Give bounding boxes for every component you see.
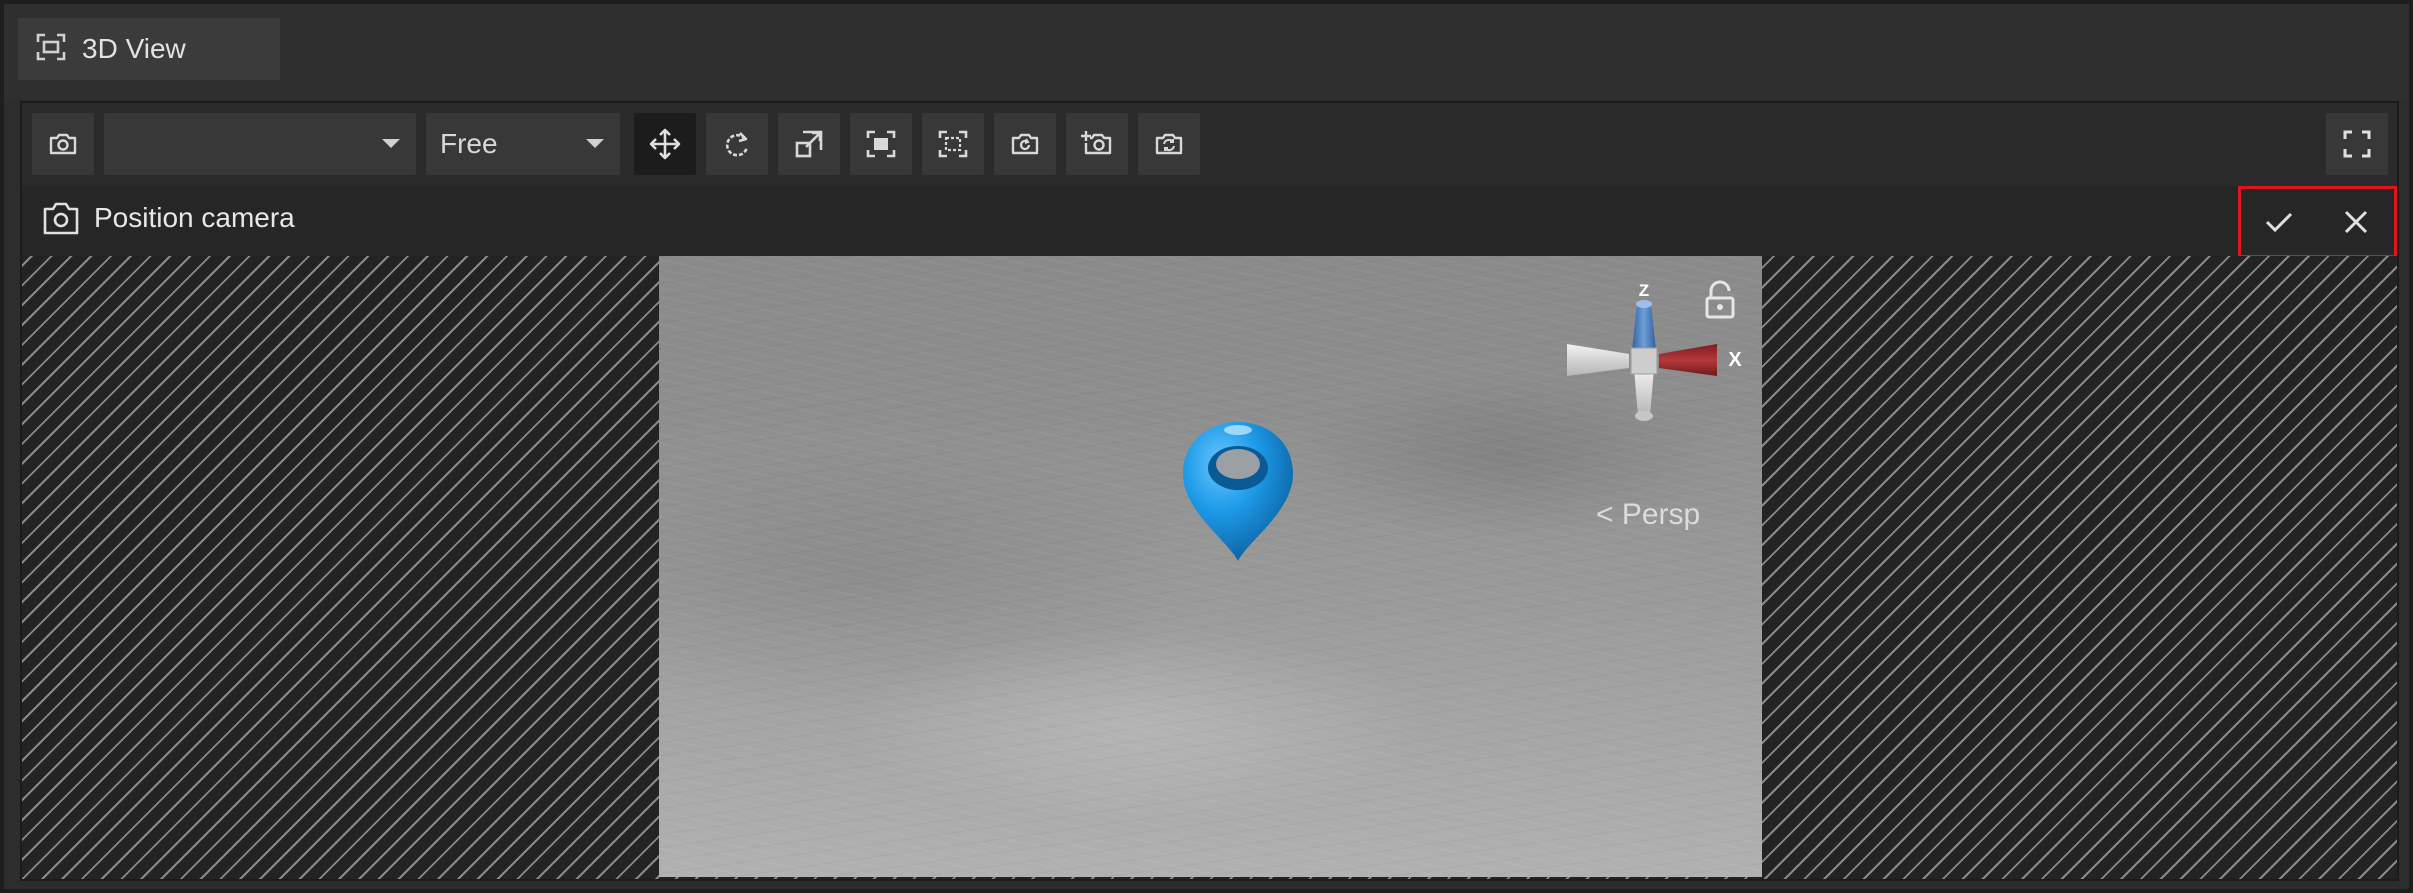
- z-axis-label: Z: [1639, 284, 1649, 300]
- confirm-button[interactable]: [2255, 198, 2303, 246]
- neg-x-axis-cone[interactable]: [1567, 344, 1629, 376]
- viewport-area: Z X < Persp: [22, 256, 2397, 879]
- scale-tool-button[interactable]: [778, 113, 840, 175]
- close-icon: [2344, 210, 2367, 234]
- tab-bar: 3D View: [4, 4, 2409, 99]
- move-tool-button[interactable]: [634, 113, 696, 175]
- camera-select[interactable]: [104, 113, 416, 175]
- chevron-down-icon: [586, 139, 604, 148]
- scale-icon: [795, 130, 823, 158]
- add-camera-icon: [1081, 131, 1112, 155]
- reset-camera-button[interactable]: [994, 113, 1056, 175]
- camera-icon: [49, 133, 77, 155]
- swap-camera-button[interactable]: [1138, 113, 1200, 175]
- gizmo-center-cube[interactable]: [1630, 347, 1658, 375]
- neg-z-axis-cone[interactable]: [1634, 369, 1654, 416]
- mode-bar: Position camera: [22, 186, 2397, 258]
- camera-button[interactable]: [32, 113, 94, 175]
- mode-title-text: Position camera: [94, 202, 295, 233]
- x-axis-label: X: [1728, 349, 1742, 371]
- toolbar: Free: [22, 103, 2397, 186]
- view-frame-icon: [36, 33, 66, 66]
- 3d-view-panel: Free Position camera Z X < Persp: [20, 101, 2399, 881]
- mode-actions-highlight: [2238, 186, 2397, 258]
- tab-3d-view[interactable]: 3D View: [18, 18, 280, 80]
- frame-selection-button[interactable]: [850, 113, 912, 175]
- rotate-icon: [725, 132, 749, 157]
- fullscreen-icon: [2343, 130, 2371, 158]
- chevron-down-icon: [382, 139, 400, 148]
- rotate-tool-button[interactable]: [706, 113, 768, 175]
- orientation-gizmo[interactable]: Z X: [1547, 284, 1757, 454]
- reset-camera-icon: [1011, 133, 1039, 155]
- swap-camera-icon: [1155, 133, 1183, 155]
- add-camera-button[interactable]: [1066, 113, 1128, 175]
- tab-label: 3D View: [82, 33, 186, 64]
- app-window: 3D View Free Position camera Z X < Persp: [0, 0, 2413, 893]
- frame-all-icon: [938, 130, 968, 158]
- 3d-viewport[interactable]: Z X < Persp: [659, 256, 1762, 877]
- move-icon: [649, 128, 681, 160]
- projection-toggle[interactable]: < Persp: [1596, 498, 1700, 532]
- camera-icon: [43, 202, 79, 235]
- location-pin-marker[interactable]: [1173, 416, 1303, 566]
- cancel-button[interactable]: [2332, 198, 2380, 246]
- navigation-mode-select[interactable]: Free: [426, 113, 620, 175]
- frame-all-button[interactable]: [922, 113, 984, 175]
- check-icon: [2266, 212, 2293, 233]
- x-axis-cone[interactable]: [1659, 344, 1717, 376]
- mode-title: Position camera: [42, 200, 295, 236]
- navigation-mode-value: Free: [440, 128, 498, 159]
- frame-selection-icon: [866, 130, 896, 158]
- fullscreen-button[interactable]: [2326, 113, 2388, 175]
